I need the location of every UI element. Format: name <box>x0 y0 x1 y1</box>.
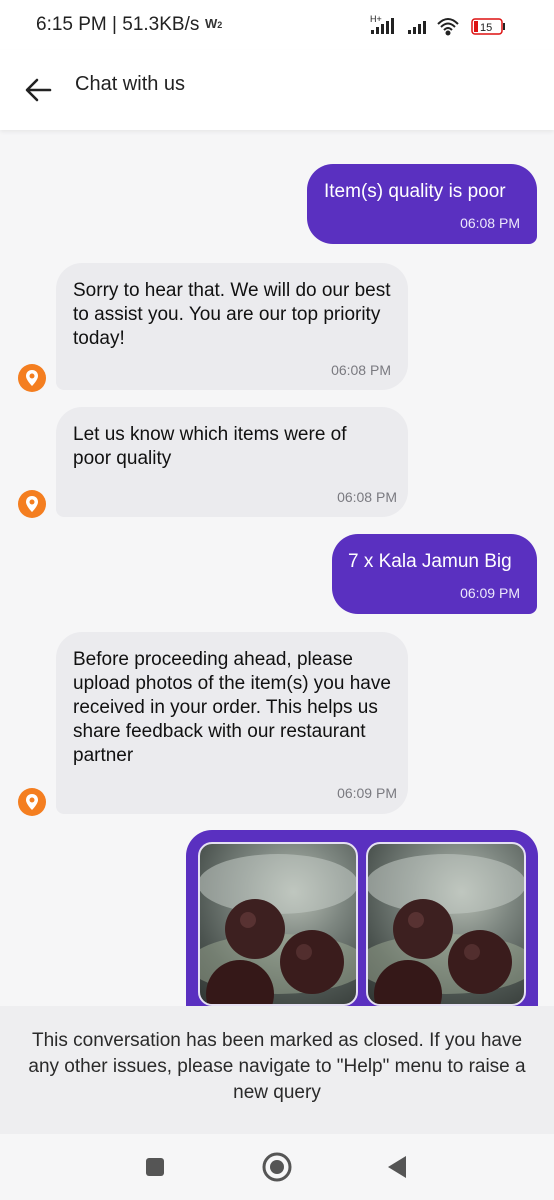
message-time: 06:08 PM <box>331 362 391 378</box>
support-message: Let us know which items were of poor qua… <box>56 407 408 517</box>
conversation-closed-banner: This conversation has been marked as clo… <box>0 1006 554 1134</box>
message-text: Sorry to hear that. We will do our best … <box>73 280 391 349</box>
back-nav-button[interactable] <box>382 1152 412 1182</box>
user-message: 7 x Kala Jamun Big 06:09 PM <box>332 534 537 614</box>
chat-thread[interactable]: Item(s) quality is poor 06:08 PM Sorry t… <box>0 130 554 1006</box>
app-bar: Chat with us <box>0 50 554 130</box>
network-type-label: H+ <box>370 14 382 24</box>
back-button[interactable] <box>18 68 62 112</box>
home-button[interactable] <box>260 1150 294 1184</box>
support-message: Before proceeding ahead, please upload p… <box>56 632 408 814</box>
square-icon <box>146 1158 164 1176</box>
closed-notice-text: This conversation has been marked as clo… <box>28 1030 526 1103</box>
message-time: 06:08 PM <box>337 489 397 505</box>
user-message: Item(s) quality is poor 06:08 PM <box>307 164 537 244</box>
message-text: Before proceeding ahead, please upload p… <box>73 649 391 766</box>
status-bar: 6:15 PM | 51.3KB/s W2 H+ 15 <box>0 0 554 50</box>
data-saver-icon: W2 <box>205 16 223 31</box>
arrow-left-icon <box>25 78 52 102</box>
attached-photo[interactable] <box>198 842 358 1006</box>
support-avatar-icon <box>18 364 46 392</box>
system-nav-bar <box>0 1134 554 1200</box>
message-time: 06:08 PM <box>460 215 520 231</box>
battery-label: 15 <box>480 22 492 34</box>
attached-photo[interactable] <box>366 842 526 1006</box>
message-text: 7 x Kala Jamun Big <box>348 551 512 572</box>
support-message: Sorry to hear that. We will do our best … <box>56 263 408 390</box>
triangle-back-icon <box>388 1156 406 1178</box>
support-avatar-icon <box>18 788 46 816</box>
wifi-icon <box>437 18 459 36</box>
message-time: 06:09 PM <box>337 785 397 801</box>
user-photo-message <box>186 830 538 1006</box>
message-text: Item(s) quality is poor <box>324 181 506 202</box>
home-circle-icon <box>262 1152 292 1182</box>
status-time-speed: 6:15 PM | 51.3KB/s <box>36 14 200 35</box>
message-time: 06:09 PM <box>460 585 520 601</box>
page-title: Chat with us <box>75 73 186 95</box>
signal-icon-2 <box>408 21 426 34</box>
recent-apps-button[interactable] <box>140 1152 170 1182</box>
support-avatar-icon <box>18 490 46 518</box>
message-text: Let us know which items were of poor qua… <box>73 424 347 469</box>
status-icons: H+ 15 <box>368 14 518 36</box>
